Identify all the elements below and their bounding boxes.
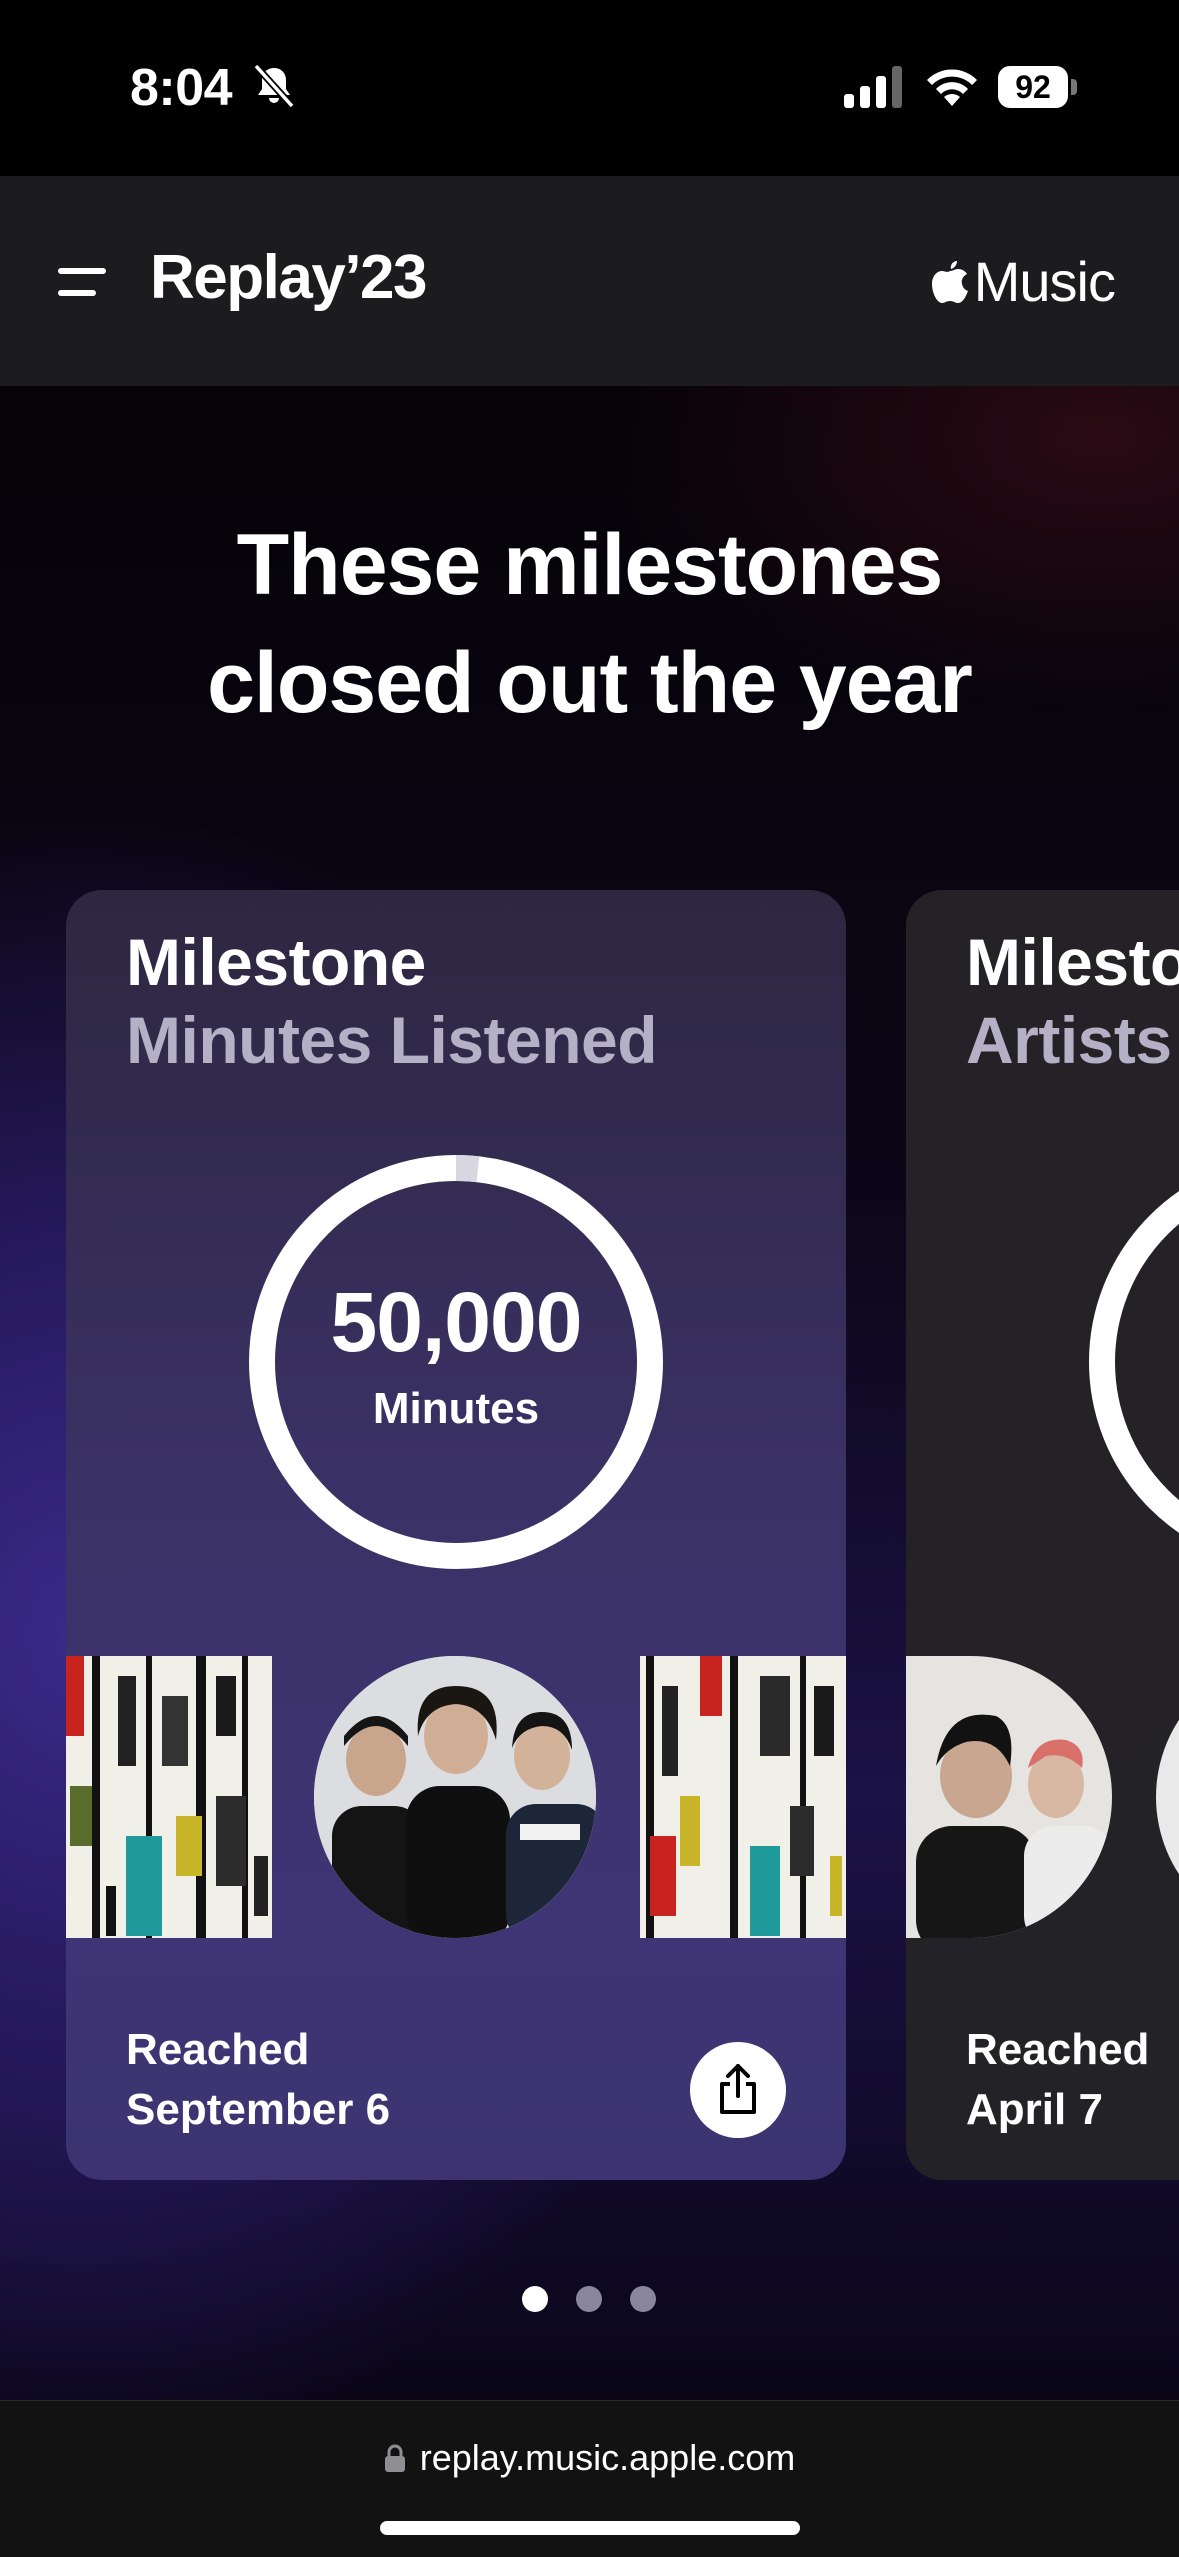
page-indicator <box>0 2286 1179 2316</box>
wifi-icon <box>927 69 977 106</box>
artist-photo-image <box>314 1656 596 1938</box>
share-icon <box>720 2064 756 2114</box>
reached-date: Reached April 7 <box>966 2020 1149 2140</box>
album-art-image <box>66 1656 272 1938</box>
home-indicator[interactable] <box>380 2521 800 2535</box>
album-art-image <box>640 1656 846 1938</box>
headline: These milestones closed out the year <box>0 506 1179 742</box>
headline-line-2: closed out the year <box>207 635 973 731</box>
status-time: 8:04 <box>130 59 233 117</box>
page-title[interactable]: Replay’23 <box>150 242 428 313</box>
battery-level: 92 <box>998 66 1068 108</box>
brand-label: Music <box>973 249 1116 313</box>
nav-bar: Replay’23 Music <box>0 176 1179 386</box>
card-kicker: Milestone <box>126 925 426 999</box>
artist-photo-2[interactable] <box>1156 1656 1179 1938</box>
menu-icon[interactable] <box>58 260 106 300</box>
milestone-card-minutes[interactable]: Milestone Minutes Listened 50,000 Minute… <box>66 890 846 2180</box>
url-text[interactable]: replay.music.apple.com <box>420 2437 796 2478</box>
page-dot-2[interactable] <box>576 2286 602 2312</box>
headline-line-1: These milestones <box>236 517 944 613</box>
lock-icon <box>384 2444 405 2472</box>
card-subtitle: Minutes Listened <box>126 1003 658 1077</box>
status-bar: 8:04 92 <box>0 0 1179 176</box>
main-content: These milestones closed out the year Mil… <box>0 386 1179 2400</box>
reached-date-value: April 7 <box>966 2085 1103 2134</box>
apple-music-logo[interactable]: Music <box>930 246 1116 316</box>
ring-graphic <box>1089 1191 1179 1533</box>
ring-unit: Minutes <box>372 1384 540 1433</box>
milestone-ring: 50,000 Minutes <box>248 1154 664 1570</box>
reached-date: Reached September 6 <box>126 2020 390 2140</box>
album-art-left[interactable] <box>66 1656 272 1938</box>
apple-logo-icon <box>931 261 968 303</box>
milestone-card-artists[interactable]: Milestone Artists Reached April 7 <box>906 890 1179 2180</box>
artist-photo[interactable] <box>906 1656 1112 1938</box>
reached-date-value: September 6 <box>126 2085 391 2134</box>
url-row[interactable]: replay.music.apple.com <box>0 2437 1179 2479</box>
share-button[interactable] <box>690 2042 786 2138</box>
reached-label: Reached <box>126 2025 310 2074</box>
artist-photo-image <box>906 1656 1112 1938</box>
artist-photo[interactable] <box>314 1656 596 1938</box>
battery-tip <box>1071 79 1077 95</box>
battery-indicator: 92 <box>998 66 1078 108</box>
album-art-right[interactable] <box>640 1656 846 1938</box>
ring-value: 50,000 <box>330 1275 583 1369</box>
reached-label: Reached <box>966 2025 1150 2074</box>
card-kicker: Milestone <box>966 925 1179 999</box>
bell-slash-icon <box>253 63 295 109</box>
milestone-ring <box>1088 1154 1179 1570</box>
page-dot-1[interactable] <box>522 2286 548 2312</box>
url-bar[interactable]: replay.music.apple.com <box>0 2400 1179 2557</box>
signal-icon <box>844 66 902 108</box>
page-dot-3[interactable] <box>630 2286 656 2312</box>
card-subtitle: Artists <box>966 1003 1172 1077</box>
